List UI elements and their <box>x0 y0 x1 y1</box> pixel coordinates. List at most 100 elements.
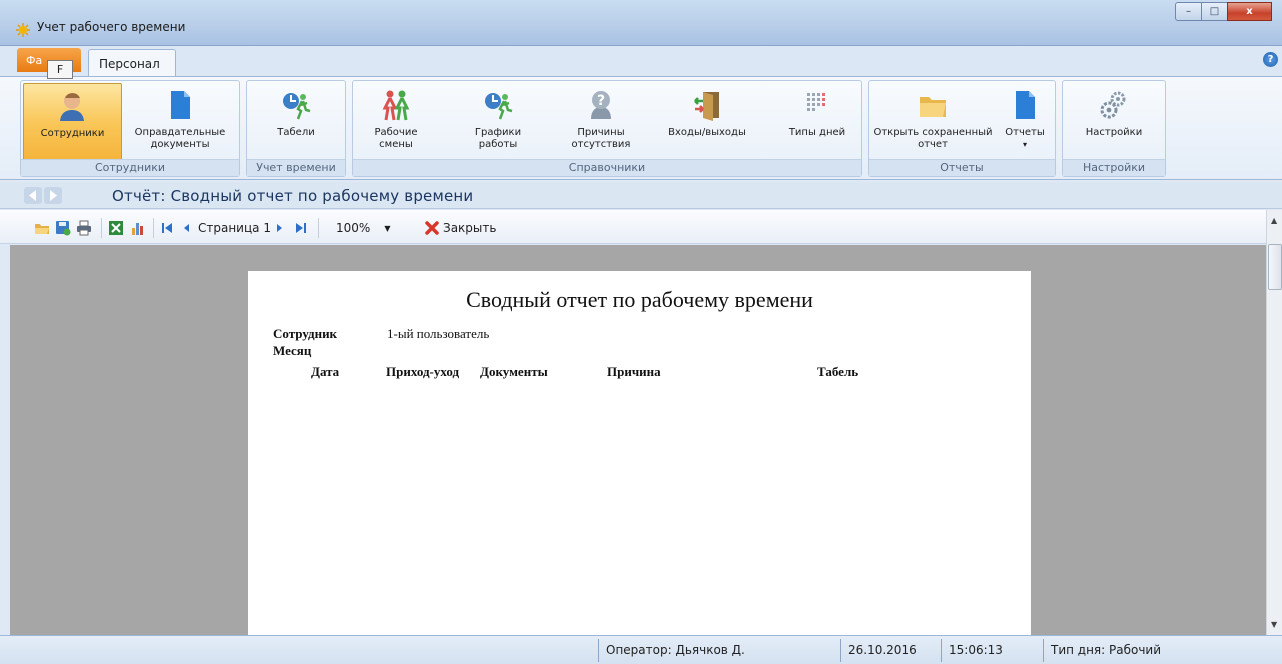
document-icon <box>171 91 190 119</box>
column-header-timesheet: Табель <box>817 364 859 379</box>
status-separator <box>941 639 942 662</box>
entries-exits-button[interactable]: Входы/выходы <box>659 83 755 161</box>
scroll-down-icon[interactable]: ▼ <box>1271 620 1277 629</box>
chevron-down-icon: ▼ <box>384 223 391 233</box>
status-separator <box>598 639 599 662</box>
first-page-icon <box>162 223 172 233</box>
chevron-down-icon: ▾ <box>1022 140 1027 149</box>
day-types-label: Типы дней <box>788 127 846 138</box>
group-label-directories: Справочники <box>353 159 861 176</box>
work-shifts-button[interactable]: Рабочие смены <box>357 83 435 161</box>
work-schedules-button[interactable]: Графики работы <box>459 83 537 161</box>
report-workspace: Сводный отчет по рабочему времени Сотруд… <box>10 245 1266 635</box>
folder-icon <box>920 97 946 117</box>
group-label-time-tracking: Учет времени <box>247 159 345 176</box>
title-bar: Учет рабочего времени – □ x <box>0 0 1282 46</box>
zoom-select[interactable]: 100% ▼ <box>336 219 390 237</box>
vertical-scrollbar[interactable]: ▲ ▼ <box>1266 210 1282 635</box>
status-time: 15:06:13 <box>949 643 1003 657</box>
reports-label: Отчеты <box>1005 127 1045 138</box>
column-header-in-out: Приход-уход <box>386 364 460 379</box>
forward-arrow-icon[interactable] <box>44 187 62 204</box>
report-heading: Сводный отчет по рабочему времени <box>466 287 813 312</box>
next-page-icon <box>277 224 282 232</box>
settings-button[interactable]: Настройки <box>1069 83 1159 161</box>
ribbon-tab-bar: Фа F Персонал ? <box>0 46 1282 79</box>
page-indicator: Страница 1 <box>198 221 271 235</box>
column-header-documents: Документы <box>480 364 548 379</box>
first-page-button[interactable] <box>159 219 175 237</box>
toolbar-separator <box>153 218 154 238</box>
day-types-button[interactable]: Типы дней <box>777 83 857 161</box>
question-icon: ? <box>591 91 611 119</box>
previous-page-icon <box>184 224 189 232</box>
svg-text:?: ? <box>597 93 605 109</box>
ribbon-group-directories: Рабочие смены Графики работы ? Причины о… <box>352 80 862 177</box>
scroll-up-icon[interactable]: ▲ <box>1271 216 1277 225</box>
employee-value: 1-ый пользователь <box>387 326 490 341</box>
close-window-button[interactable]: x <box>1227 2 1272 21</box>
last-page-button[interactable] <box>293 219 309 237</box>
save-button[interactable] <box>55 219 71 237</box>
window-title: Учет рабочего времени <box>37 20 186 34</box>
keytip-badge: F <box>47 60 73 79</box>
help-icon[interactable]: ? <box>1263 52 1278 67</box>
report-icon <box>1016 91 1035 119</box>
zoom-value: 100% <box>336 221 371 235</box>
open-file-button[interactable] <box>34 219 50 237</box>
ribbon-group-reports: Открыть сохраненный отчет Отчеты ▾ Отчет… <box>868 80 1056 177</box>
close-x-icon <box>425 221 439 235</box>
employees-label: Сотрудники <box>40 128 105 139</box>
status-separator <box>1043 639 1044 662</box>
absence-reasons-label: Причины отсутствия <box>571 127 631 150</box>
open-saved-report-label: Открыть сохраненный отчет <box>873 127 993 150</box>
timesheet-icon <box>283 93 311 120</box>
settings-label: Настройки <box>1085 127 1143 138</box>
window-controls: – □ x <box>1175 2 1272 21</box>
ribbon-group-time-tracking: Табели Учет времени <box>246 80 346 177</box>
justifying-documents-button[interactable]: Оправдательные документы <box>124 83 236 161</box>
open-saved-report-button[interactable]: Открыть сохраненный отчет <box>871 83 995 161</box>
toolbar-separator <box>101 218 102 238</box>
timesheets-button[interactable]: Табели <box>255 83 337 161</box>
column-header-reason: Причина <box>607 364 661 379</box>
timesheets-label: Табели <box>277 127 315 138</box>
back-arrow-icon[interactable] <box>24 187 42 204</box>
scroll-thumb[interactable] <box>1268 244 1282 290</box>
employee-label: Сотрудник <box>273 326 338 341</box>
close-report-button[interactable]: Закрыть <box>424 219 496 237</box>
export-excel-button[interactable] <box>108 219 124 237</box>
work-shifts-label: Рабочие смены <box>374 127 418 150</box>
absence-reasons-button[interactable]: ? Причины отсутствия <box>559 83 643 161</box>
minimize-button[interactable]: – <box>1175 2 1202 21</box>
status-day-type: Тип дня: Рабочий <box>1051 643 1162 657</box>
print-button[interactable] <box>76 219 92 237</box>
report-tab-title: Отчёт: Сводный отчет по рабочему времени <box>112 187 474 205</box>
app-logo-icon <box>16 23 30 37</box>
ribbon-group-settings: Настройки Настройки <box>1062 80 1166 177</box>
gears-icon <box>1100 91 1126 119</box>
column-header-date: Дата <box>311 364 340 379</box>
work-schedules-label: Графики работы <box>474 127 522 150</box>
door-icon <box>694 92 719 121</box>
status-date: 26.10.2016 <box>848 643 917 657</box>
save-icon <box>56 221 71 236</box>
reports-dropdown-button[interactable]: Отчеты ▾ <box>999 83 1051 161</box>
entries-exits-label: Входы/выходы <box>668 127 746 138</box>
chart-icon <box>132 223 143 235</box>
report-viewer-toolbar: Страница 1 100% ▼ Закрыть <box>0 210 1266 244</box>
chart-button[interactable] <box>130 219 146 237</box>
status-separator <box>840 639 841 662</box>
employees-button[interactable]: Сотрудники <box>23 83 122 161</box>
group-label-settings: Настройки <box>1063 159 1165 176</box>
status-operator: Оператор: Дьячков Д. <box>606 643 745 657</box>
ribbon-group-employees: Сотрудники Оправдательные документы Сотр… <box>20 80 240 177</box>
maximize-button[interactable]: □ <box>1201 2 1228 21</box>
close-report-label: Закрыть <box>443 221 497 235</box>
previous-page-button[interactable] <box>178 219 194 237</box>
excel-icon <box>109 221 123 235</box>
tab-personal[interactable]: Персонал <box>88 49 176 76</box>
schedule-icon <box>485 93 513 120</box>
group-label-employees: Сотрудники <box>21 159 239 176</box>
next-page-button[interactable] <box>272 219 288 237</box>
